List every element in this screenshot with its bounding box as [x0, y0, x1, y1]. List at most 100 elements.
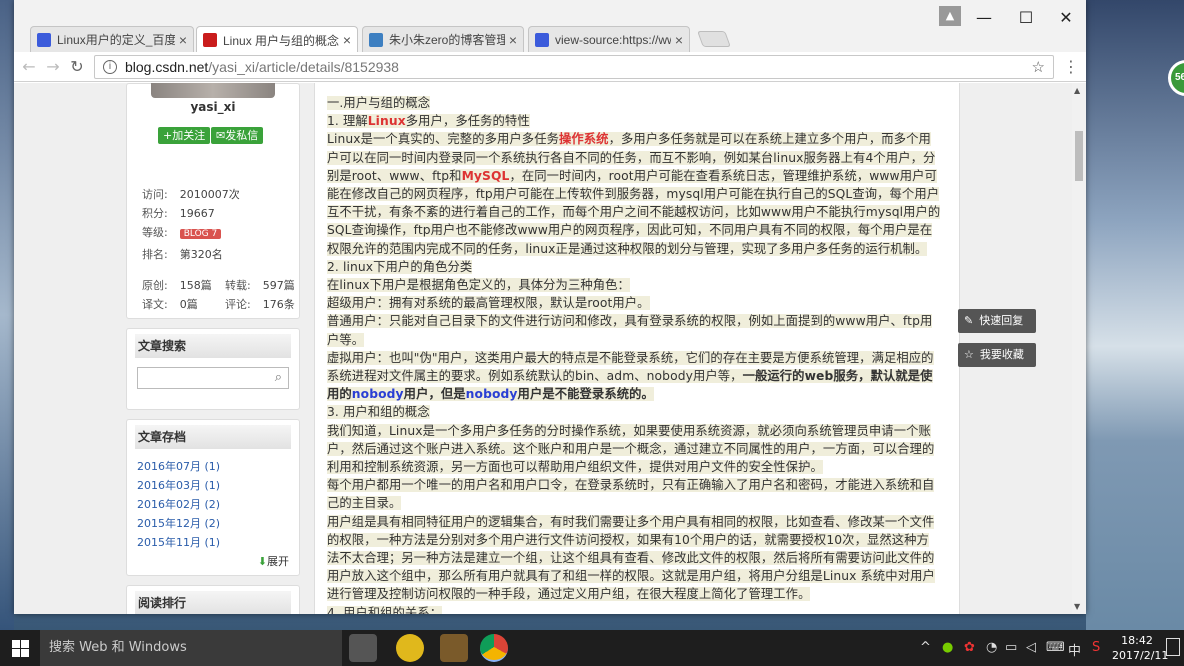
- scrollbar-thumb[interactable]: [1075, 131, 1083, 181]
- repost-value: 597篇: [262, 279, 295, 292]
- archive-item[interactable]: 2016年03月 (1): [127, 476, 299, 495]
- close-window-button[interactable]: ✕: [1048, 8, 1084, 27]
- archive-item[interactable]: 2015年11月 (1): [127, 533, 299, 552]
- browser-window: Linux用户的定义_百度搜 × Linux 用户与组的概念 - × 朱小朱ze…: [14, 0, 1086, 614]
- minimize-button[interactable]: —: [966, 8, 1002, 27]
- envelope-icon: ✉: [216, 129, 226, 142]
- section-1-title-pre: 1. 理解: [327, 114, 368, 129]
- url-host: blog.csdn.net: [125, 59, 209, 75]
- tab-title: Linux 用户与组的概念 -: [223, 33, 339, 48]
- translate-value: 0篇: [179, 298, 198, 311]
- os-link[interactable]: 操作系统: [559, 132, 609, 146]
- paragraph-1: Linux是一个真实的、完整的多用户多任务操作系统，多用户多任务就是可以在系统上…: [327, 132, 941, 256]
- article-body: 一.用户与组的概念 1. 理解Linux多用户，多任务的特性 Linux是一个真…: [327, 94, 941, 614]
- repost-label: 转载:: [225, 279, 251, 292]
- keyboard-icon[interactable]: ⌨: [1046, 640, 1065, 655]
- paragraph-5: 虚拟用户：也叫"伪"用户，这类用户最大的特点是不能登录系统，它们的存在主要是方便…: [327, 350, 934, 402]
- p5-bold: 用户，但是: [403, 387, 466, 402]
- reading-rank-panel: 阅读排行: [126, 585, 300, 614]
- tray-app-icon[interactable]: ●: [942, 640, 953, 655]
- section-4-title: 4. 用户和组的关系：: [327, 605, 443, 614]
- paragraph-6: 我们知道，Linux是一个多用户多任务的分时操作系统，如果要使用系统资源，就必须…: [327, 423, 935, 475]
- original-value: 158篇: [179, 279, 212, 292]
- desktop-background-right: [1086, 0, 1184, 630]
- search-icon[interactable]: ⌕: [275, 370, 282, 385]
- archive-list: 2016年07月 (1) 2016年03月 (1) 2016年02月 (2) 2…: [127, 457, 299, 552]
- quick-reply-button[interactable]: ✎ 快速回复: [958, 309, 1036, 333]
- browser-toolbar: ← → ↻ i blog.csdn.net/yasi_xi/article/de…: [14, 52, 1086, 82]
- close-tab-icon[interactable]: ×: [343, 32, 351, 48]
- star-icon[interactable]: ☆: [1032, 58, 1045, 76]
- tray-app-icon[interactable]: ✿: [964, 640, 975, 655]
- new-tab-button[interactable]: [697, 31, 731, 47]
- close-tab-icon[interactable]: ×: [179, 32, 187, 48]
- article-heading: 一.用户与组的概念: [327, 96, 431, 110]
- reading-rank-title: 阅读排行: [135, 591, 291, 614]
- mysql-link[interactable]: MySQL: [462, 169, 510, 183]
- follow-button[interactable]: +加关注: [158, 127, 211, 144]
- media-app-icon[interactable]: [440, 634, 468, 662]
- expand-button[interactable]: ⬇展开: [127, 552, 299, 572]
- rank-label: 排名:: [142, 248, 168, 261]
- scroll-down-icon[interactable]: ▼: [1074, 602, 1080, 611]
- blog-sidebar: yasi_xi +加关注 ✉发私信 访问: 2010007次 积分: 19667 等…: [126, 83, 300, 614]
- linux-link[interactable]: Linux: [368, 114, 406, 128]
- back-arrow-icon[interactable]: ←: [18, 56, 40, 78]
- page-info-icon[interactable]: i: [103, 60, 117, 74]
- clock-date: 2017/2/11: [1112, 649, 1169, 662]
- article-archive-panel: 文章存档 2016年07月 (1) 2016年03月 (1) 2016年02月 …: [126, 419, 300, 576]
- message-button[interactable]: ✉发私信: [211, 127, 264, 144]
- username[interactable]: yasi_xi: [127, 100, 299, 114]
- profile-panel: yasi_xi +加关注 ✉发私信 访问: 2010007次 积分: 19667 等…: [126, 83, 300, 319]
- archive-item[interactable]: 2016年02月 (2): [127, 495, 299, 514]
- tab-baidu-search[interactable]: Linux用户的定义_百度搜 ×: [30, 26, 194, 52]
- article-search-input[interactable]: ⌕: [137, 367, 289, 389]
- tab-blog-admin[interactable]: 朱小朱zero的博客管理后 ×: [362, 26, 524, 52]
- tab-csdn-article[interactable]: Linux 用户与组的概念 - ×: [196, 26, 358, 53]
- paragraph-7: 每个用户都用一个唯一的用户名和用户口令，在登录系统时，只有正确输入了用户名和密码…: [327, 478, 935, 511]
- archive-item[interactable]: 2015年12月 (2): [127, 514, 299, 533]
- avatar[interactable]: [151, 83, 275, 98]
- profile-user-icon[interactable]: ▲: [939, 6, 961, 26]
- reload-icon[interactable]: ↻: [66, 56, 88, 78]
- paragraph-8: 用户组是具有相同特征用户的逻辑集合，有时我们需要让多个用户具有相同的权限，比如查…: [327, 514, 935, 602]
- baidu-favicon-icon: [37, 32, 51, 47]
- article-search-panel: 文章搜索 ⌕: [126, 328, 300, 410]
- translate-label: 译文:: [142, 298, 168, 311]
- section-3-title: 3. 用户和组的概念: [327, 405, 430, 420]
- maximize-button[interactable]: ☐: [1008, 8, 1044, 27]
- favorite-button[interactable]: ☆ 我要收藏: [958, 343, 1036, 367]
- system-clock[interactable]: 18:42 2017/2/11: [1112, 633, 1169, 663]
- paragraph-2: 在linux下用户是根据角色定义的，具体分为三种角色：: [327, 278, 630, 293]
- visits-label: 访问:: [142, 188, 168, 201]
- close-tab-icon[interactable]: ×: [509, 32, 517, 48]
- task-view-icon[interactable]: [349, 634, 377, 662]
- quick-reply-label: 快速回复: [979, 314, 1024, 327]
- antivirus-icon[interactable]: S: [1092, 640, 1100, 655]
- kebab-menu-icon[interactable]: ⋮: [1060, 56, 1082, 78]
- wifi-icon[interactable]: ◔: [986, 640, 997, 655]
- scroll-up-icon[interactable]: ▲: [1074, 86, 1080, 95]
- address-bar[interactable]: i blog.csdn.net/yasi_xi/article/details/…: [94, 55, 1054, 79]
- close-tab-icon[interactable]: ×: [675, 32, 683, 48]
- chrome-app-icon[interactable]: [480, 634, 508, 662]
- action-center-icon[interactable]: [1166, 638, 1180, 656]
- browser-app-icon[interactable]: [396, 634, 424, 662]
- ime-indicator[interactable]: 中: [1068, 640, 1081, 659]
- windows-logo-icon: [11, 639, 29, 657]
- tab-title: view-source:https://ww: [555, 32, 671, 47]
- start-button[interactable]: [0, 630, 40, 666]
- comments-label: 评论:: [225, 298, 251, 311]
- level-label: 等级:: [142, 226, 168, 239]
- network-icon[interactable]: ▭: [1005, 640, 1017, 655]
- tray-expand-icon[interactable]: ^: [920, 640, 931, 655]
- forward-arrow-icon[interactable]: →: [42, 56, 64, 78]
- page-scrollbar[interactable]: ▲ ▼: [1072, 83, 1086, 614]
- volume-icon[interactable]: ◁: [1026, 640, 1036, 655]
- tab-view-source[interactable]: view-source:https://ww ×: [528, 26, 690, 52]
- tab-title: 朱小朱zero的博客管理后: [389, 33, 505, 47]
- favorite-label: 我要收藏: [979, 348, 1024, 361]
- article-content: 一.用户与组的概念 1. 理解Linux多用户，多任务的特性 Linux是一个真…: [314, 83, 960, 614]
- taskbar-search-box[interactable]: 搜索 Web 和 Windows: [40, 630, 342, 666]
- archive-item[interactable]: 2016年07月 (1): [127, 457, 299, 476]
